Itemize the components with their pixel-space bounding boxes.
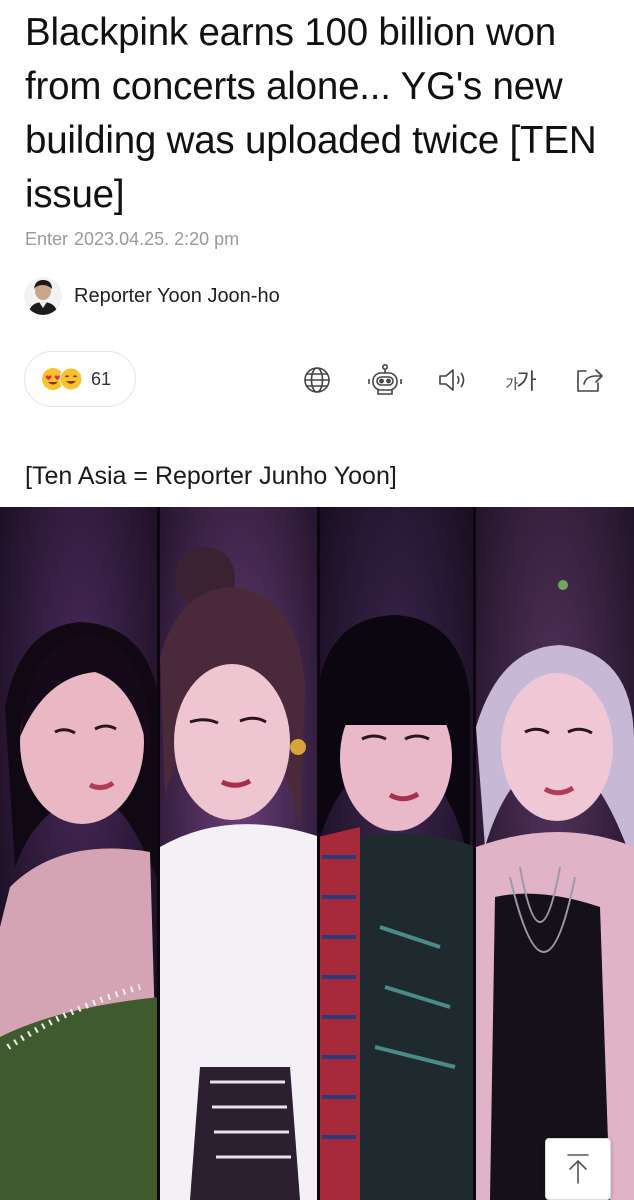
share-button[interactable] xyxy=(570,361,608,399)
reaction-count: 61 xyxy=(91,368,112,389)
article-meta: Enter 2023.04.25. 2:20 pm xyxy=(25,229,239,250)
read-aloud-button[interactable] xyxy=(434,361,472,399)
grinning-emoji-icon xyxy=(59,367,83,391)
reaction-button[interactable]: 61 xyxy=(24,351,136,407)
photo-caption: [Ten Asia = Reporter Junho Yoon] xyxy=(25,462,397,490)
reporter-avatar xyxy=(24,277,62,315)
share-icon xyxy=(577,369,603,392)
enter-label: Enter xyxy=(25,229,69,249)
article-title: Blackpink earns 100 billion won from con… xyxy=(25,11,597,216)
publish-timestamp: 2023.04.25. 2:20 pm xyxy=(74,229,240,249)
speaker-icon xyxy=(439,369,465,391)
font-size-button[interactable]: 가가 xyxy=(498,361,542,399)
globe-icon xyxy=(304,367,330,393)
scroll-to-top-button[interactable] xyxy=(545,1138,611,1200)
robot-icon xyxy=(368,363,402,395)
reporter-byline[interactable]: Reporter Yoon Joon-ho xyxy=(24,276,280,316)
translate-button[interactable] xyxy=(300,361,334,399)
arrow-up-icon xyxy=(567,1154,589,1184)
reporter-name: Reporter Yoon Joon-ho xyxy=(74,284,280,307)
article-photo xyxy=(0,507,634,1200)
font-size-icon: 가가 xyxy=(505,370,536,395)
ai-summary-button[interactable] xyxy=(366,361,404,399)
